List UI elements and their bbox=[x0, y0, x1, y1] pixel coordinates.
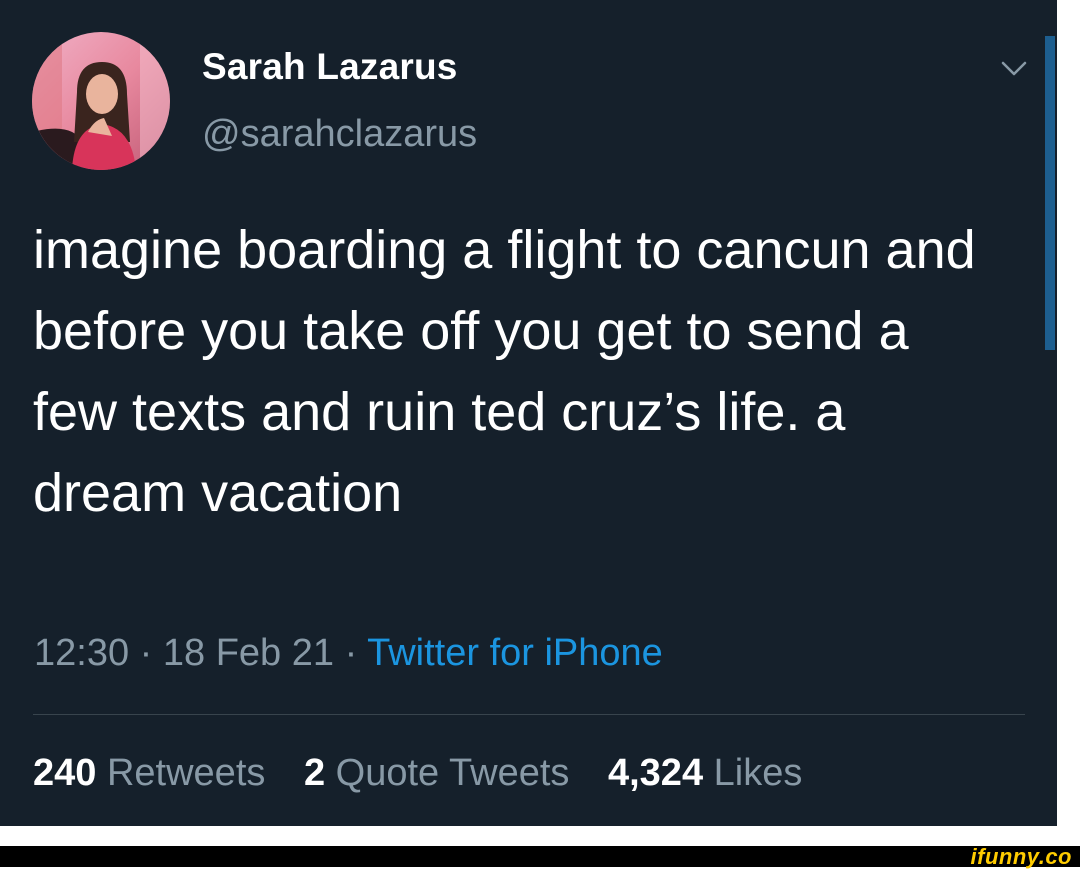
tweet-date[interactable]: 18 Feb 21 bbox=[163, 632, 334, 674]
tweet-stats: 240 Retweets 2 Quote Tweets 4,324 Likes bbox=[33, 752, 830, 795]
scrollbar[interactable] bbox=[1045, 36, 1055, 350]
meta-separator: · bbox=[334, 632, 368, 674]
avatar[interactable] bbox=[32, 32, 170, 170]
tweet-text: imagine boarding a flight to cancun and … bbox=[33, 220, 976, 523]
retweets-count: 240 bbox=[33, 752, 97, 794]
tweet-time[interactable]: 12:30 bbox=[34, 632, 129, 674]
divider bbox=[33, 714, 1025, 715]
chevron-down-icon[interactable] bbox=[998, 56, 1030, 82]
tweet-meta: 12:30 · 18 Feb 21 · Twitter for iPhone bbox=[34, 632, 663, 675]
footer-bar: ifunny.co bbox=[0, 844, 1080, 869]
meta-separator: · bbox=[129, 632, 163, 674]
brand-watermark: ifunny.co bbox=[970, 844, 1072, 869]
likes-label: Likes bbox=[713, 752, 803, 794]
likes-count: 4,324 bbox=[607, 752, 704, 794]
tweet-card: Sarah Lazarus @sarahclazarus imagine boa… bbox=[0, 0, 1057, 826]
quote-tweets-count: 2 bbox=[303, 752, 326, 794]
retweets-label: Retweets bbox=[106, 752, 266, 794]
author-handle[interactable]: @sarahclazarus bbox=[202, 113, 477, 156]
quote-tweets-label: Quote Tweets bbox=[335, 752, 570, 794]
likes-stat[interactable]: 4,324 Likes bbox=[608, 752, 802, 794]
author-name[interactable]: Sarah Lazarus bbox=[202, 46, 458, 88]
retweets-stat[interactable]: 240 Retweets bbox=[33, 752, 265, 794]
tweet-source[interactable]: Twitter for iPhone bbox=[367, 632, 663, 674]
quote-tweets-stat[interactable]: 2 Quote Tweets bbox=[304, 752, 569, 794]
